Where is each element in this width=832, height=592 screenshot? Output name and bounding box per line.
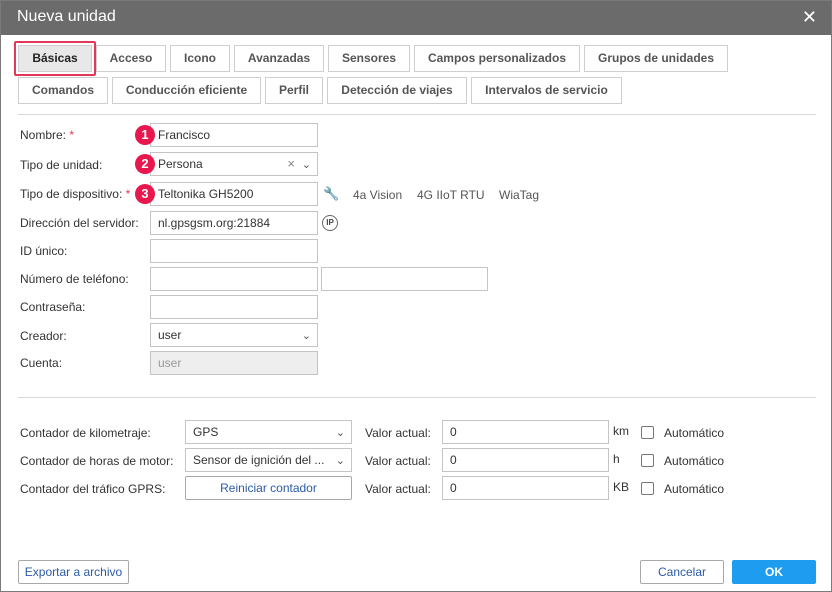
- tab-comandos[interactable]: Comandos: [18, 77, 108, 104]
- device-type-label: Tipo de dispositivo: *: [20, 187, 131, 201]
- mileage-auto-checkbox[interactable]: [641, 426, 654, 439]
- step-badge-1: 1: [135, 125, 155, 145]
- phone-field-2[interactable]: [321, 267, 488, 291]
- password-label: Contraseña:: [20, 300, 86, 314]
- phone-label: Número de teléfono:: [20, 272, 129, 286]
- tab-perfil[interactable]: Perfil: [265, 77, 323, 104]
- step-badge-3: 3: [135, 184, 155, 204]
- clear-icon[interactable]: ×: [287, 153, 295, 175]
- gprs-auto-checkbox[interactable]: [641, 482, 654, 495]
- new-unit-dialog: Nueva unidad ✕ Básicas Acceso Icono Avan…: [0, 0, 832, 592]
- server-address-field[interactable]: nl.gpsgsm.org:21884: [150, 211, 318, 235]
- creator-value: user: [158, 328, 182, 342]
- tab-intervalos-de-servicio[interactable]: Intervalos de servicio: [471, 77, 622, 104]
- tab-acceso[interactable]: Acceso: [96, 45, 166, 72]
- account-label: Cuenta:: [20, 356, 63, 370]
- gprs-current-label: Valor actual:: [365, 482, 431, 496]
- mileage-auto-label: Automático: [664, 426, 725, 440]
- ip-icon[interactable]: IP: [322, 215, 338, 231]
- cancel-button[interactable]: Cancelar: [640, 560, 724, 584]
- mileage-current-value[interactable]: 0: [442, 420, 609, 444]
- wrench-icon[interactable]: 🔧: [323, 186, 339, 202]
- account-field: user: [150, 351, 318, 375]
- phone-field-1[interactable]: [150, 267, 318, 291]
- chevron-down-icon: ⌄: [301, 159, 311, 171]
- mileage-counter-label: Contador de kilometraje:: [20, 426, 151, 440]
- engine-hours-current-label: Valor actual:: [365, 454, 431, 468]
- export-to-file-button[interactable]: Exportar a archivo: [18, 560, 129, 584]
- gprs-auto-label: Automático: [664, 482, 725, 496]
- engine-hours-select[interactable]: Sensor de ignición del ... ⌄: [185, 448, 352, 472]
- tab-icono[interactable]: Icono: [170, 45, 230, 72]
- device-type-field[interactable]: Teltonika GH5200: [150, 182, 318, 206]
- tab-sensores[interactable]: Sensores: [328, 45, 410, 72]
- device-suggestion-4a-vision[interactable]: 4a Vision: [353, 188, 402, 202]
- counters-divider: [18, 397, 816, 398]
- mileage-unit: km: [613, 424, 629, 438]
- tab-grupos-de-unidades[interactable]: Grupos de unidades: [584, 45, 728, 72]
- server-address-label: Dirección del servidor:: [20, 216, 139, 230]
- creator-label: Creador:: [20, 329, 67, 343]
- engine-hours-current-value[interactable]: 0: [442, 448, 609, 472]
- engine-hours-value: Sensor de ignición del ...: [193, 453, 325, 467]
- unit-type-label: Tipo de unidad:: [20, 158, 103, 172]
- tabs-divider: [18, 114, 816, 115]
- tab-conduccion-eficiente[interactable]: Conducción eficiente: [112, 77, 261, 104]
- unit-type-value: Persona: [158, 157, 203, 171]
- password-field[interactable]: [150, 295, 318, 319]
- creator-select[interactable]: user ⌄: [150, 323, 318, 347]
- title-bar: Nueva unidad ✕: [1, 1, 831, 35]
- unique-id-field[interactable]: [150, 239, 318, 263]
- tab-avanzadas[interactable]: Avanzadas: [234, 45, 324, 72]
- tab-deteccion-de-viajes[interactable]: Detección de viajes: [327, 77, 467, 104]
- mileage-counter-select[interactable]: GPS ⌄: [185, 420, 352, 444]
- unique-id-label: ID único:: [20, 244, 68, 258]
- dialog-title: Nueva unidad: [17, 8, 116, 25]
- tab-campos-personalizados[interactable]: Campos personalizados: [414, 45, 580, 72]
- close-icon[interactable]: ✕: [802, 8, 817, 26]
- device-suggestion-wiatag[interactable]: WiaTag: [499, 188, 539, 202]
- chevron-down-icon: ⌄: [335, 455, 345, 467]
- gprs-counter-label: Contador del tráfico GPRS:: [20, 482, 166, 496]
- engine-hours-auto-checkbox[interactable]: [641, 454, 654, 467]
- step-badge-2: 2: [135, 154, 155, 174]
- gprs-unit: KB: [613, 480, 630, 494]
- reset-counter-button[interactable]: Reiniciar contador: [185, 476, 352, 500]
- name-field[interactable]: Francisco: [150, 123, 318, 147]
- gprs-current-value[interactable]: 0: [442, 476, 609, 500]
- device-suggestion-4g-iiot-rtu[interactable]: 4G IIoT RTU: [417, 188, 485, 202]
- unit-type-select[interactable]: Persona × ⌄: [150, 152, 318, 176]
- mileage-current-label: Valor actual:: [365, 426, 431, 440]
- engine-hours-label: Contador de horas de motor:: [20, 454, 174, 468]
- chevron-down-icon: ⌄: [301, 330, 311, 342]
- engine-hours-auto-label: Automático: [664, 454, 725, 468]
- engine-hours-unit: h: [613, 452, 620, 466]
- ok-button[interactable]: OK: [732, 560, 816, 584]
- active-tab-highlight: [14, 41, 96, 76]
- chevron-down-icon: ⌄: [335, 427, 345, 439]
- name-label: Nombre: *: [20, 128, 75, 142]
- mileage-counter-value: GPS: [193, 425, 219, 439]
